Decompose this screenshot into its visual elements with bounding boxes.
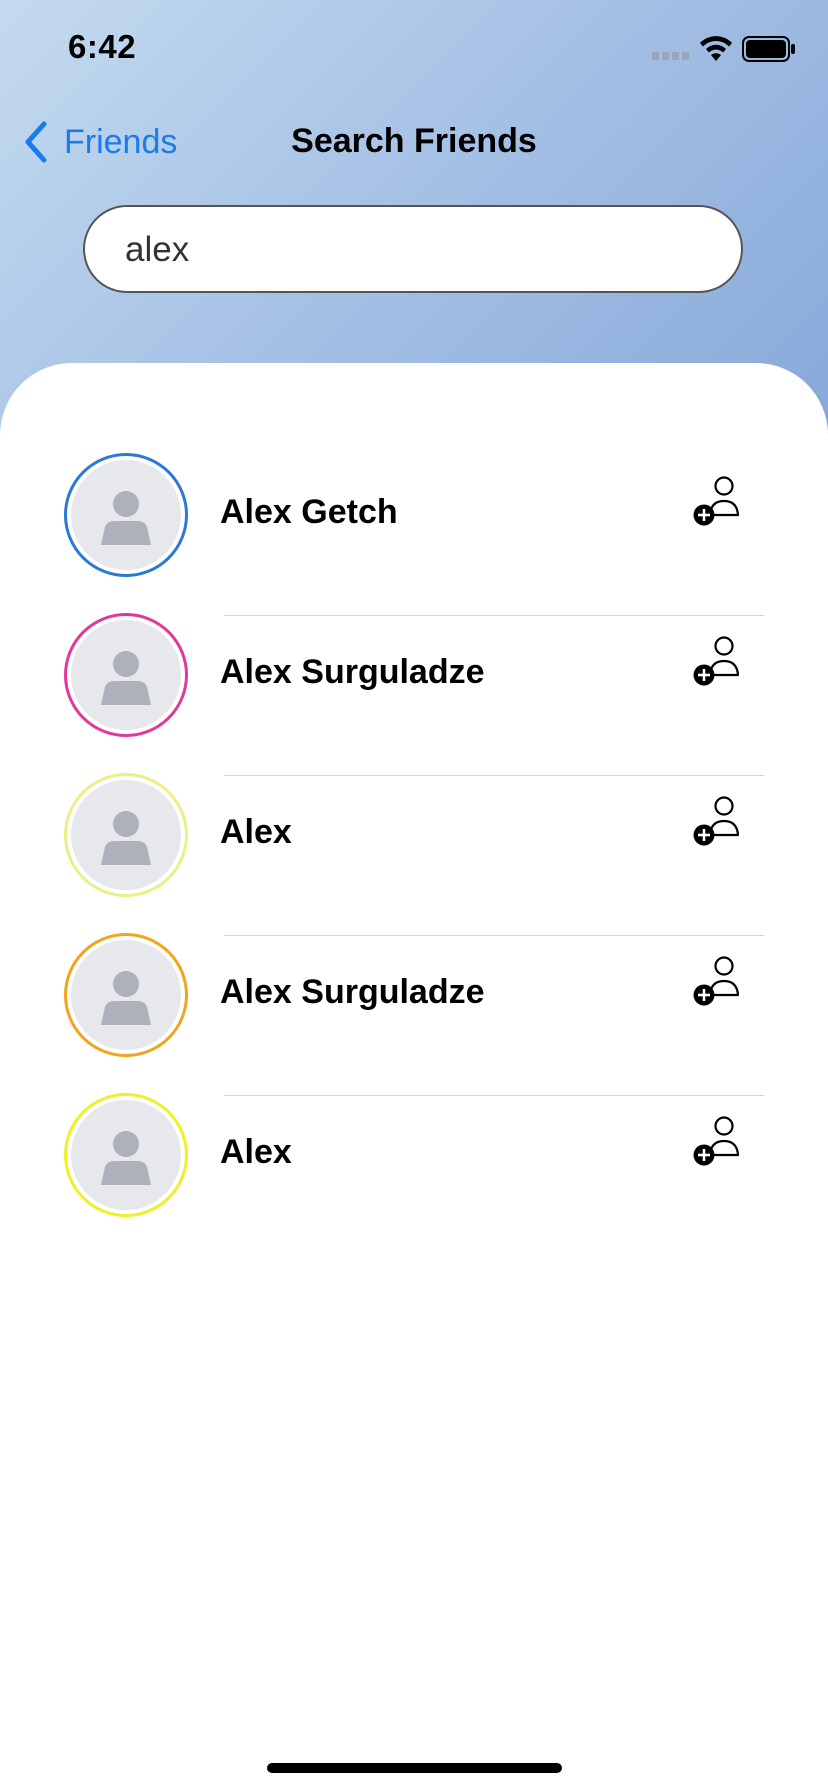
- add-person-icon: [693, 636, 740, 686]
- friend-name: Alex Surguladze: [220, 653, 485, 691]
- friend-name: Alex Getch: [220, 493, 398, 531]
- search-field[interactable]: [83, 205, 743, 293]
- list-item[interactable]: Alex Surguladze: [0, 583, 828, 776]
- wifi-icon: [700, 36, 732, 61]
- person-silhouette-icon: [101, 491, 151, 545]
- avatar: [64, 773, 188, 897]
- friend-name: Alex: [220, 813, 292, 851]
- avatar: [64, 933, 188, 1057]
- battery-icon: [742, 36, 795, 62]
- status-bar: 6:42: [0, 0, 828, 100]
- person-silhouette-icon: [101, 811, 151, 865]
- avatar: [64, 613, 188, 737]
- avatar-placeholder: [71, 620, 181, 730]
- person-silhouette-icon: [101, 971, 151, 1025]
- avatar: [64, 453, 188, 577]
- search-input[interactable]: [123, 207, 707, 293]
- list-item[interactable]: Alex: [0, 743, 828, 936]
- list-item[interactable]: Alex: [0, 1063, 828, 1223]
- avatar: [64, 1093, 188, 1217]
- add-person-icon: [693, 956, 740, 1006]
- add-friend-button[interactable]: [692, 955, 746, 1009]
- person-silhouette-icon: [101, 651, 151, 705]
- add-friend-button[interactable]: [692, 795, 746, 849]
- avatar-placeholder: [71, 940, 181, 1050]
- person-silhouette-icon: [101, 1131, 151, 1185]
- avatar-placeholder: [71, 780, 181, 890]
- list-item[interactable]: Alex Getch: [0, 423, 828, 616]
- add-friend-button[interactable]: [692, 635, 746, 689]
- add-person-icon: [693, 1116, 740, 1166]
- cellular-signal-icon: [652, 52, 689, 60]
- add-person-icon: [693, 796, 740, 846]
- navigation-bar: Friends Search Friends: [0, 100, 828, 180]
- avatar-placeholder: [71, 460, 181, 570]
- add-friend-button[interactable]: [692, 1115, 746, 1169]
- status-time: 6:42: [68, 28, 137, 65]
- list-item[interactable]: Alex Surguladze: [0, 903, 828, 1096]
- friend-name: Alex Surguladze: [220, 973, 485, 1011]
- home-indicator: [267, 1763, 562, 1773]
- page-title: Search Friends: [291, 122, 537, 160]
- friend-name: Alex: [220, 1133, 292, 1171]
- avatar-placeholder: [71, 1100, 181, 1210]
- add-friend-button[interactable]: [692, 475, 746, 529]
- add-person-icon: [693, 476, 740, 526]
